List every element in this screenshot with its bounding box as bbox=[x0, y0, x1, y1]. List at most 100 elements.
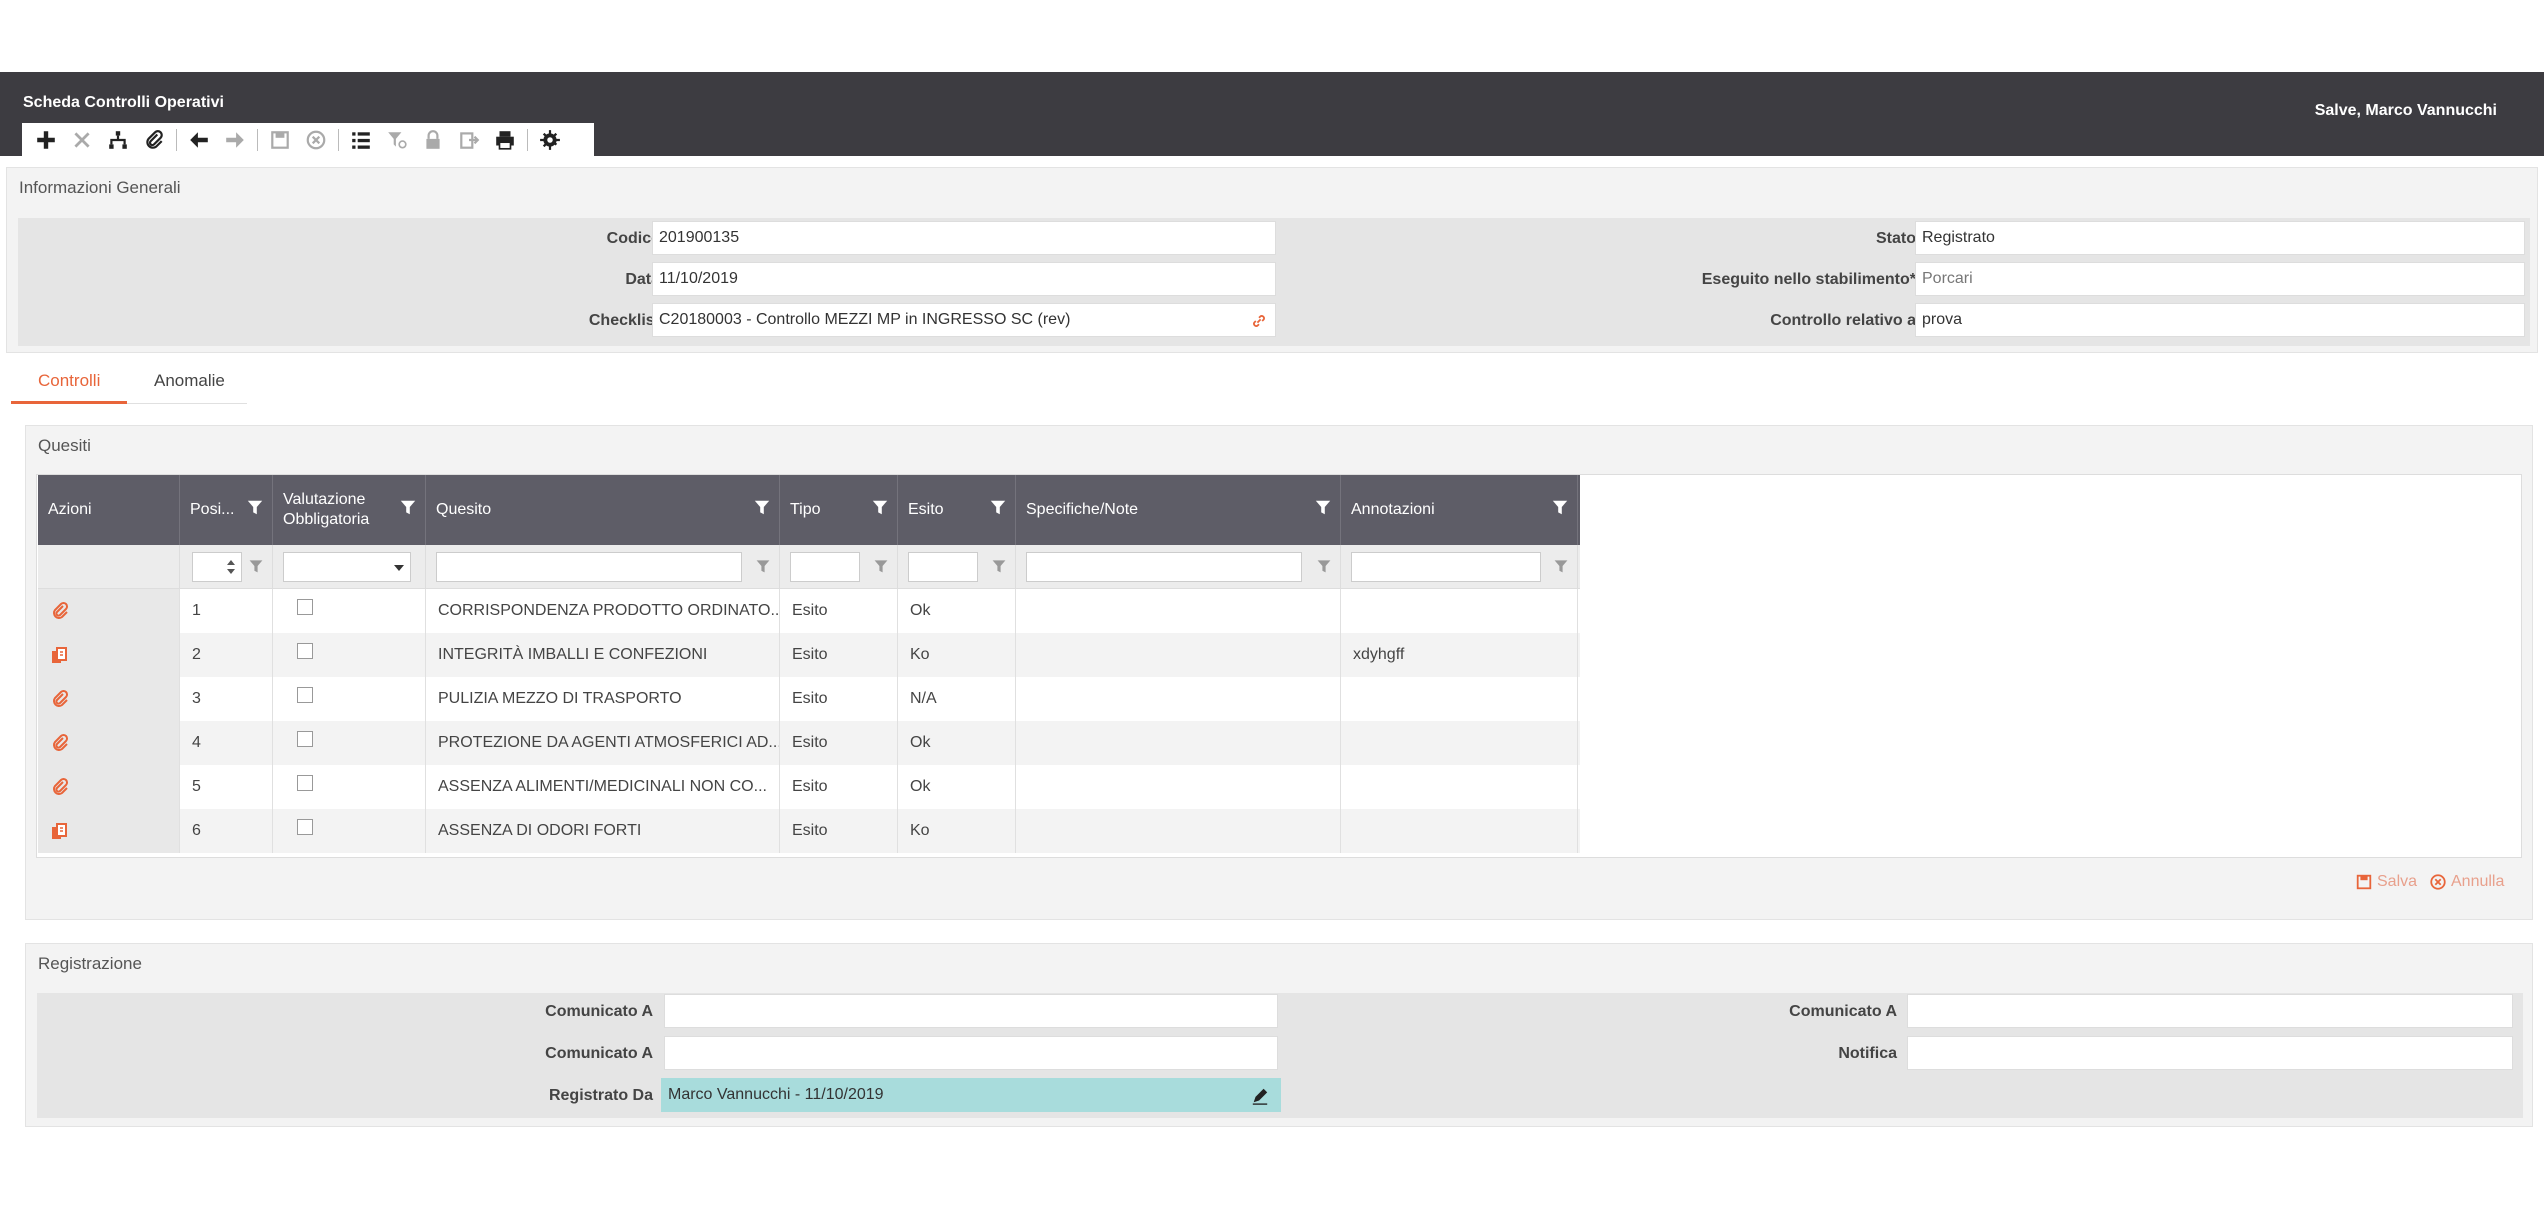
cell-specifiche bbox=[1016, 765, 1341, 809]
lock-icon[interactable] bbox=[415, 123, 451, 156]
cell-posizione: 2 bbox=[180, 633, 273, 677]
column-header-quesito[interactable]: Quesito bbox=[426, 475, 780, 545]
table-row[interactable]: 6 ASSENZA DI ODORI FORTI Esito Ko bbox=[38, 809, 1580, 853]
filter-icon[interactable] bbox=[246, 497, 264, 517]
section-title: Informazioni Generali bbox=[19, 178, 181, 197]
column-header-posizione[interactable]: Posi... bbox=[180, 475, 273, 545]
filter-icon[interactable] bbox=[991, 557, 1007, 575]
stepper-arrows-icon[interactable] bbox=[226, 558, 236, 576]
comunicato-a-field[interactable] bbox=[664, 1036, 1278, 1070]
quesito-filter-input[interactable] bbox=[436, 552, 742, 582]
data-field[interactable]: 11/10/2019 bbox=[652, 262, 1276, 296]
valutazione-checkbox[interactable] bbox=[297, 731, 313, 747]
paperclip-icon[interactable] bbox=[136, 123, 172, 156]
tab-anomalie[interactable]: Anomalie bbox=[154, 371, 225, 391]
data-label: Data bbox=[625, 271, 660, 288]
edit-signature-icon[interactable] bbox=[1250, 1087, 1270, 1105]
gear-icon[interactable] bbox=[532, 123, 568, 156]
filter-icon[interactable] bbox=[755, 557, 771, 575]
annotazioni-filter-input[interactable] bbox=[1351, 552, 1541, 582]
stabilimento-field[interactable]: Porcari bbox=[1915, 262, 2525, 296]
comunicato-a-label: Comunicato A bbox=[545, 1003, 653, 1020]
comunicato-a-field[interactable] bbox=[1907, 994, 2513, 1028]
specifiche-filter-input[interactable] bbox=[1026, 552, 1302, 582]
filter-icon[interactable] bbox=[1551, 497, 1569, 517]
column-header-valutazione[interactable]: Valutazione Obbligatoria bbox=[273, 475, 426, 545]
column-header-esito[interactable]: Esito bbox=[898, 475, 1016, 545]
filter-icon[interactable] bbox=[753, 497, 771, 517]
filter-icon[interactable] bbox=[1316, 557, 1332, 575]
valutazione-select[interactable] bbox=[283, 552, 411, 582]
arrow-right-icon[interactable] bbox=[217, 123, 253, 156]
save-icon[interactable] bbox=[262, 123, 298, 156]
filter-cell-azioni bbox=[38, 545, 180, 589]
stato-field[interactable]: Registrato bbox=[1915, 221, 2525, 255]
paperclip-icon[interactable] bbox=[50, 777, 70, 797]
tipo-filter-input[interactable] bbox=[790, 552, 860, 582]
column-header-specifiche[interactable]: Specifiche/Note bbox=[1016, 475, 1341, 545]
cancel-button[interactable]: Annulla bbox=[2429, 873, 2504, 891]
quesiti-grid: Azioni Posi... Valutazione Obbligatoria … bbox=[38, 475, 1580, 853]
cell-esito-text: Ok bbox=[910, 602, 931, 619]
cancel-circle-icon[interactable] bbox=[298, 123, 334, 156]
valutazione-checkbox[interactable] bbox=[297, 643, 313, 659]
filter-icon[interactable] bbox=[989, 497, 1007, 517]
column-header-annotazioni[interactable]: Annotazioni bbox=[1341, 475, 1578, 545]
valutazione-checkbox[interactable] bbox=[297, 819, 313, 835]
notifica-field[interactable] bbox=[1907, 1036, 2513, 1070]
print-icon[interactable] bbox=[487, 123, 523, 156]
filter-icon[interactable] bbox=[248, 557, 264, 575]
cell-esito: Ok bbox=[898, 589, 1016, 633]
filter-icon[interactable] bbox=[399, 497, 417, 517]
filter-icon[interactable] bbox=[379, 123, 415, 156]
checklist-field[interactable]: C20180003 - Controllo MEZZI MP in INGRES… bbox=[652, 303, 1276, 337]
paperclip-icon[interactable] bbox=[50, 689, 70, 709]
plus-icon[interactable] bbox=[28, 123, 64, 156]
controllo-relativo-field[interactable]: prova bbox=[1915, 303, 2525, 337]
table-row[interactable]: 4 PROTEZIONE DA AGENTI ATMOSFERICI AD... E… bbox=[38, 721, 1580, 765]
chevron-down-icon bbox=[394, 565, 404, 571]
attachment-files-icon[interactable] bbox=[50, 645, 70, 665]
valutazione-checkbox[interactable] bbox=[297, 775, 313, 791]
column-header-tipo[interactable]: Tipo bbox=[780, 475, 898, 545]
cell-valutazione bbox=[273, 721, 426, 765]
stabilimento-label: Eseguito nello stabilimento* bbox=[1701, 271, 1916, 288]
arrow-left-icon[interactable] bbox=[181, 123, 217, 156]
export-icon[interactable] bbox=[451, 123, 487, 156]
list-icon[interactable] bbox=[343, 123, 379, 156]
link-icon[interactable] bbox=[1251, 313, 1267, 329]
cell-esito-text: Ko bbox=[910, 646, 930, 663]
tab-controlli[interactable]: Controlli bbox=[38, 371, 100, 391]
cell-posizione: 6 bbox=[180, 809, 273, 853]
section-title: Registrazione bbox=[38, 954, 142, 973]
filter-icon[interactable] bbox=[873, 557, 889, 575]
attachment-files-icon[interactable] bbox=[50, 821, 70, 841]
hierarchy-icon[interactable] bbox=[100, 123, 136, 156]
comunicato-a-label: Comunicato A bbox=[1789, 1003, 1897, 1020]
esito-filter-input[interactable] bbox=[908, 552, 978, 582]
close-icon[interactable] bbox=[64, 123, 100, 156]
valutazione-checkbox[interactable] bbox=[297, 687, 313, 703]
paperclip-icon[interactable] bbox=[50, 601, 70, 621]
filter-cell-valutazione bbox=[273, 545, 426, 589]
filter-icon[interactable] bbox=[1314, 497, 1332, 517]
table-row[interactable]: 2 INTEGRITÀ IMBALLI E CONFEZIONI Esito Ko xd… bbox=[38, 633, 1580, 677]
registrato-da-field[interactable]: Marco Vannucchi - 11/10/2019 bbox=[661, 1078, 1281, 1112]
table-row[interactable]: 5 ASSENZA ALIMENTI/MEDICINALI NON CO... Es… bbox=[38, 765, 1580, 809]
table-row[interactable]: 3 PULIZIA MEZZO DI TRASPORTO Esito N/A bbox=[38, 677, 1580, 721]
tab-controlli-underline bbox=[11, 401, 127, 404]
filter-icon[interactable] bbox=[1553, 557, 1569, 575]
save-button[interactable]: Salva bbox=[2355, 873, 2417, 891]
user-greeting: Salve, Marco Vannucchi bbox=[2314, 102, 2497, 119]
cell-azioni bbox=[38, 633, 180, 677]
position-stepper[interactable] bbox=[192, 552, 242, 582]
general-info-section: Informazioni Generali Codice 201900135 D… bbox=[6, 167, 2538, 353]
paperclip-icon[interactable] bbox=[50, 733, 70, 753]
cell-quesito-text: INTEGRITÀ IMBALLI E CONFEZIONI bbox=[438, 646, 708, 663]
table-row[interactable]: 1 CORRISPONDENZA PRODOTTO ORDINATO... Esit… bbox=[38, 589, 1580, 633]
comunicato-a-field[interactable] bbox=[664, 994, 1278, 1028]
valutazione-checkbox[interactable] bbox=[297, 599, 313, 615]
checklist-label: Checklist bbox=[588, 312, 660, 329]
filter-icon[interactable] bbox=[871, 497, 889, 517]
codice-field[interactable]: 201900135 bbox=[652, 221, 1276, 255]
